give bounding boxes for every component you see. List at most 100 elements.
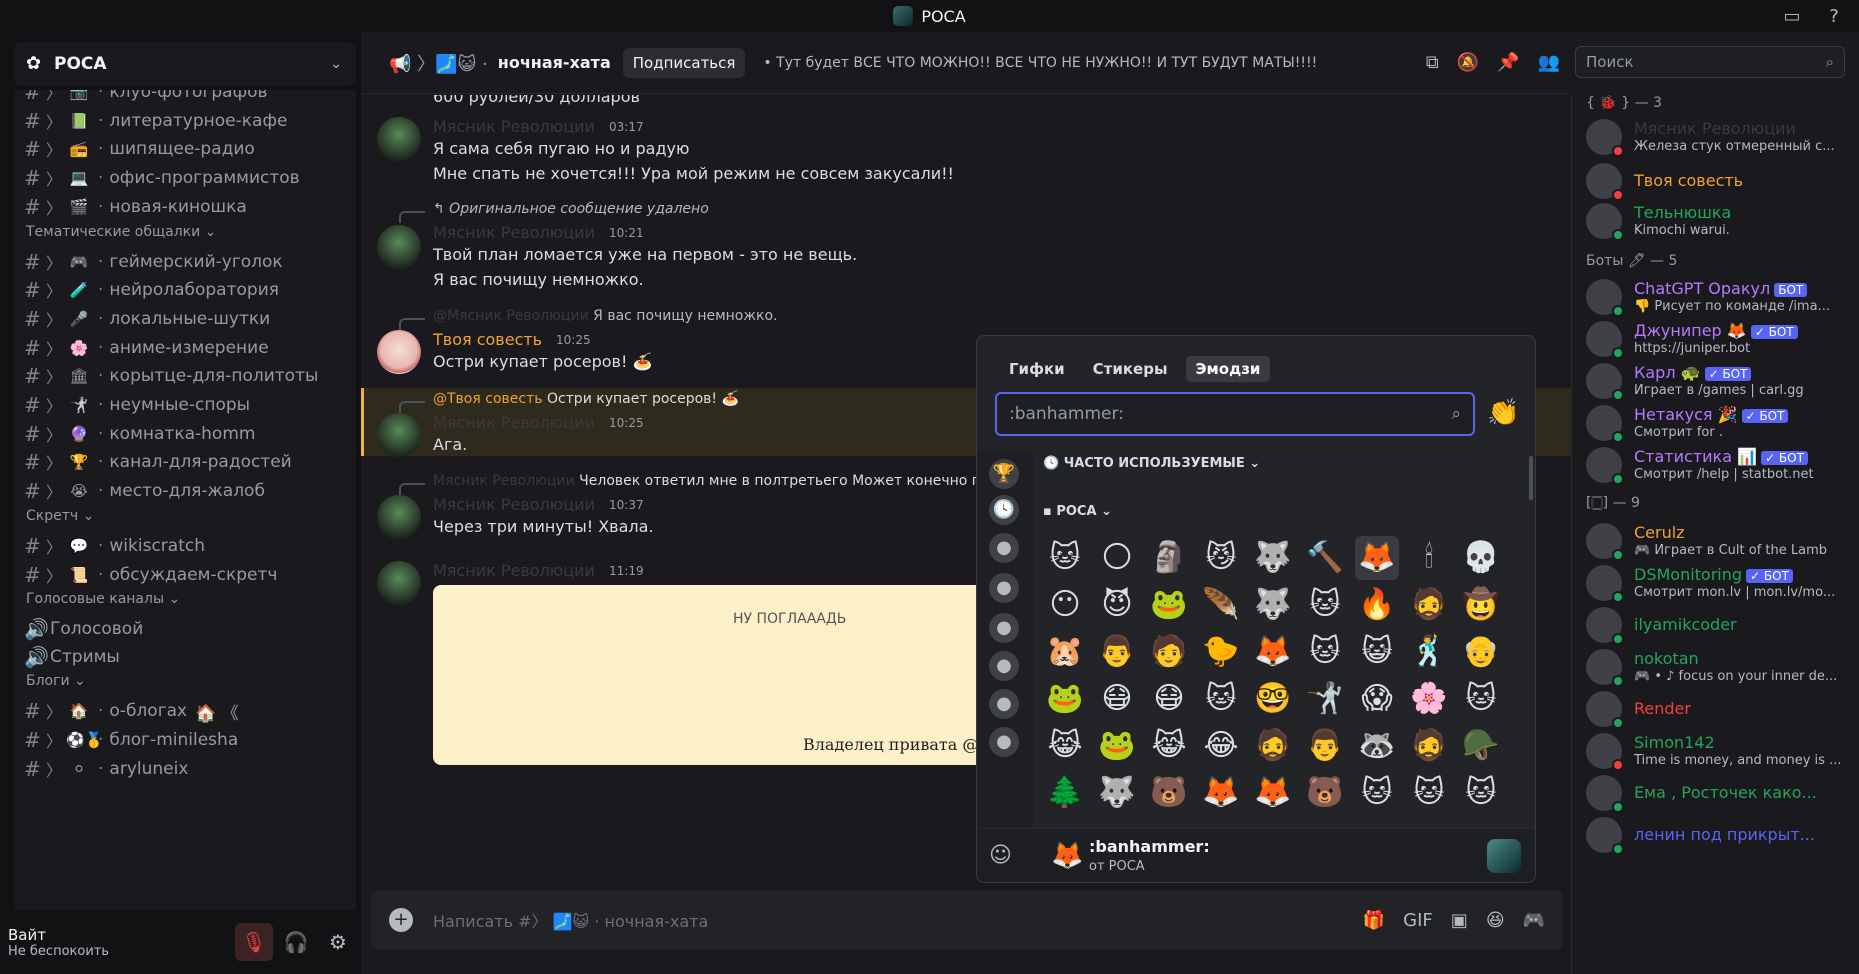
emoji-icon[interactable]: 😆	[1486, 910, 1505, 931]
emoji-item[interactable]: 🐤	[1199, 630, 1243, 674]
message-author[interactable]: Мясник Революции	[433, 561, 595, 580]
avatar[interactable]	[377, 117, 421, 161]
server-icon[interactable]: ●	[989, 689, 1019, 719]
trophy-icon[interactable]: 🏆	[989, 459, 1019, 489]
avatar[interactable]	[377, 495, 421, 539]
emoji-item[interactable]: 🦊	[1199, 771, 1243, 815]
sticker-icon[interactable]: ▣	[1451, 910, 1468, 931]
member-item[interactable]: Simon142 Time is money, and money is ...	[1586, 729, 1856, 773]
emoji-item[interactable]: 🐸	[1043, 677, 1087, 721]
inbox-icon[interactable]: ▭	[1781, 6, 1803, 27]
picker-tab[interactable]: Стикеры	[1083, 356, 1178, 382]
emoji-item[interactable]: 🧑	[1147, 630, 1191, 674]
channel-item[interactable]: # 〉 🎤 · локальные-шутки	[24, 303, 344, 335]
server-icon[interactable]: ●	[989, 651, 1019, 681]
headphones-icon[interactable]: 🎧	[277, 923, 315, 961]
add-attachment-icon[interactable]: +	[389, 908, 413, 932]
emoji-item[interactable]: 😷	[1095, 677, 1139, 721]
channel-category[interactable]: Скретч ⌄	[26, 508, 94, 530]
message-author[interactable]: Мясник Революции	[433, 413, 595, 432]
emoji-item[interactable]: 🐻	[1147, 771, 1191, 815]
avatar[interactable]	[377, 330, 421, 374]
reply-preview[interactable]: @Мясник Революции Я вас почищу немножко.	[433, 308, 777, 324]
channel-item[interactable]: # 〉 🎬 · новая-киношка	[24, 191, 344, 223]
section-frequent[interactable]: 🕓 ЧАСТО ИСПОЛЬЗУЕМЫЕ ⌄	[1043, 456, 1260, 471]
message-author[interactable]: Мясник Революции	[433, 117, 595, 136]
server-icon[interactable]: ●	[989, 533, 1019, 563]
emoji-item[interactable]: 🧔	[1251, 724, 1295, 768]
reply-preview[interactable]: ↰ Оригинальное сообщение удалено	[433, 201, 709, 217]
server-icon[interactable]: ●	[989, 573, 1019, 603]
emoji-item[interactable]: 🌲	[1043, 771, 1087, 815]
channel-item[interactable]: # 〉 🌸 · аниме-измерение	[24, 332, 344, 364]
message-author[interactable]: Твоя совесть	[433, 330, 542, 349]
member-item[interactable]: Нетакуся 🎉 ✓ БОТ Смотрит for .	[1586, 401, 1856, 445]
emoji-item[interactable]: 🐱	[1043, 536, 1087, 580]
emoji-search-input[interactable]: :banhammer: ⌕	[995, 392, 1475, 436]
help-icon[interactable]: ?	[1823, 6, 1845, 27]
emoji-item[interactable]: 🦊	[1251, 771, 1295, 815]
emoji-item[interactable]: 🤺	[1303, 677, 1347, 721]
member-item[interactable]: Мясник Революции Железа стук отмеренный с…	[1586, 115, 1856, 159]
emoji-item[interactable]: 🐺	[1251, 583, 1295, 627]
channel-category[interactable]: Блоги ⌄	[26, 673, 86, 695]
channel-item[interactable]: # 〉 🎮 · геймерский-уголок	[24, 246, 344, 278]
channel-item[interactable]: # 〉 🧪 · нейролаборатория	[24, 274, 344, 306]
activities-icon[interactable]: 🎮	[1523, 910, 1545, 931]
member-item[interactable]: Тельнюшка Kimochi warui.	[1586, 199, 1856, 243]
emoji-item[interactable]: 🦊	[1251, 630, 1295, 674]
avatar[interactable]	[377, 413, 421, 457]
emoji-item[interactable]: 🧔	[1407, 724, 1451, 768]
emoji-item[interactable]: 🔨	[1303, 536, 1347, 580]
member-item[interactable]: Ема , Росточек како...	[1586, 771, 1856, 815]
member-item[interactable]: Статистика 📊 ✓ БОТ Смотрит /help | statbot…	[1586, 443, 1856, 487]
channel-item[interactable]: # 〉 😭 · место-для-жалоб	[24, 475, 344, 507]
server-icon[interactable]: ●	[989, 613, 1019, 643]
emoji-item[interactable]: 👨	[1303, 724, 1347, 768]
emoji-item[interactable]: 🕺	[1407, 630, 1451, 674]
emoji-item[interactable]: 🪶	[1199, 583, 1243, 627]
emoji-item[interactable]: 😈	[1095, 583, 1139, 627]
emoji-item[interactable]: 🐻	[1303, 771, 1347, 815]
avatar[interactable]	[377, 225, 421, 269]
emoji-item[interactable]: 🔥	[1355, 583, 1399, 627]
reply-preview[interactable]: @Твоя совесть Остри купает росеров! 🍝	[433, 391, 739, 407]
emoji-item[interactable]: 🐸	[1095, 724, 1139, 768]
message-author[interactable]: Мясник Революции	[433, 223, 595, 242]
member-item[interactable]: Render	[1586, 687, 1856, 731]
emoji-item[interactable]: 🐺	[1095, 771, 1139, 815]
emoji-item[interactable]: 😼	[1199, 536, 1243, 580]
emoji-item[interactable]: 🪖	[1459, 724, 1503, 768]
channel-item[interactable]: # 〉 🏛 · корытце-для-политоты	[24, 360, 344, 392]
emoji-item[interactable]: 😺	[1355, 630, 1399, 674]
subscribe-button[interactable]: Подписаться	[622, 47, 746, 78]
emoji-item[interactable]: 👴	[1459, 630, 1503, 674]
emoji-item[interactable]: 🐺	[1251, 536, 1295, 580]
avatar[interactable]	[377, 561, 421, 605]
gif-icon[interactable]: GIF	[1403, 910, 1433, 931]
emoji-item[interactable]: 🐹	[1043, 630, 1087, 674]
member-item[interactable]: ChatGPT Оракул БОТ 👎 Рисует по команде /im…	[1586, 275, 1856, 319]
skin-tone-icon[interactable]: 👏	[1487, 398, 1519, 428]
emoji-item[interactable]: 🐸	[1147, 583, 1191, 627]
emoji-item[interactable]: 😱	[1355, 677, 1399, 721]
picker-tab[interactable]: Гифки	[999, 356, 1075, 382]
channel-item[interactable]: # 〉 💻 · офис-программистов	[24, 162, 344, 194]
emoji-item[interactable]: 😶	[1043, 583, 1087, 627]
emoji-item[interactable]: 🐱	[1303, 630, 1347, 674]
member-item[interactable]: Карл 🐢 ✓ БОТ Играет в /games | carl.gg	[1586, 359, 1856, 403]
section-server[interactable]: ▪ РОСА ⌄	[1043, 504, 1112, 519]
channel-item[interactable]: # 〉 🔮 · комнатка-homm	[24, 418, 344, 450]
emoji-item[interactable]: 🌸	[1407, 677, 1451, 721]
channel-item[interactable]: 🔊 Стримы	[24, 641, 344, 673]
message-author[interactable]: Мясник Революции	[433, 495, 595, 514]
channel-item[interactable]: # 〉 📜 · обсуждаем-скретч	[24, 559, 344, 591]
emoji-item[interactable]: 🐱	[1199, 677, 1243, 721]
emoji-item[interactable]: 😹	[1043, 724, 1087, 768]
channel-item[interactable]: # 〉 📗 · литературное-кафе	[24, 105, 344, 137]
member-item[interactable]: ilyamikcoder	[1586, 603, 1856, 647]
threads-icon[interactable]: ⧉	[1426, 52, 1439, 73]
server-header[interactable]: ✿ РОСА ⌄	[14, 42, 356, 86]
pin-icon[interactable]: 📌	[1497, 52, 1519, 73]
search-input[interactable]: Поиск ⌕	[1575, 46, 1845, 78]
